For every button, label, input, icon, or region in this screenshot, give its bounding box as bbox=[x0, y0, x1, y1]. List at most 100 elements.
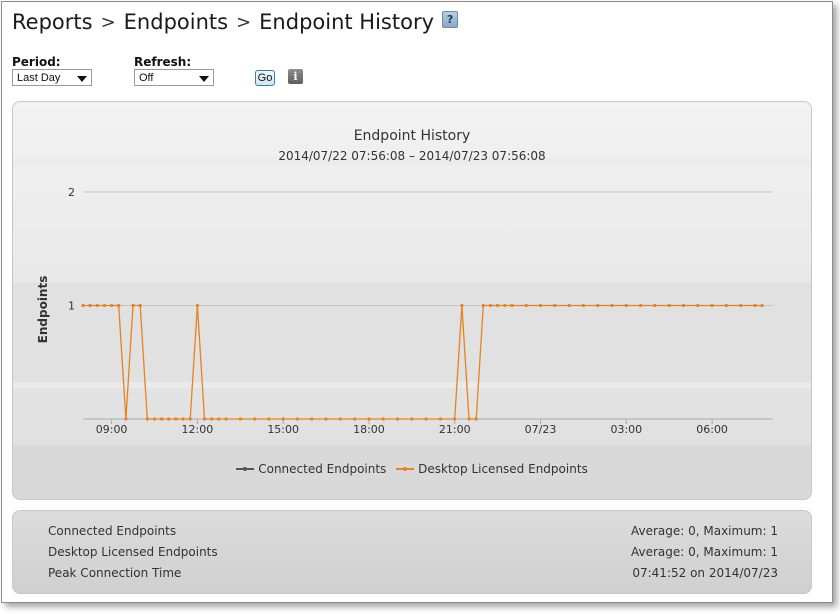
chart-panel: 1 2 Endpoints 09:00 12:00 15:00 18:00 21:00 07/… bbox=[12, 101, 812, 500]
stat-label: Connected Endpoints bbox=[48, 524, 177, 538]
data-point bbox=[295, 417, 300, 421]
period-select[interactable]: Last Day bbox=[12, 69, 92, 86]
data-point bbox=[131, 303, 135, 308]
data-point bbox=[696, 303, 700, 308]
breadcrumb-reports[interactable]: Reports bbox=[12, 10, 93, 34]
data-point bbox=[410, 417, 414, 421]
breadcrumb-separator: > bbox=[100, 11, 116, 33]
x-tick-label: 12:00 bbox=[182, 423, 214, 436]
chevron-down-icon bbox=[77, 76, 87, 82]
data-point bbox=[488, 303, 493, 308]
data-point bbox=[474, 417, 478, 421]
data-point bbox=[667, 303, 671, 308]
data-point bbox=[145, 417, 149, 421]
data-point bbox=[710, 303, 714, 308]
data-point bbox=[338, 417, 342, 421]
stat-row: Desktop Licensed Endpoints Average: 0, M… bbox=[48, 545, 778, 561]
data-point bbox=[453, 417, 457, 421]
data-point bbox=[281, 417, 285, 421]
data-point bbox=[524, 303, 528, 308]
data-point bbox=[117, 303, 121, 308]
chart-subtitle: 2014/07/22 07:56:08 – 2014/07/23 07:56:0… bbox=[278, 149, 546, 163]
data-point bbox=[310, 417, 314, 421]
data-point bbox=[324, 417, 328, 421]
data-point bbox=[88, 303, 92, 308]
data-point bbox=[424, 417, 428, 421]
data-point bbox=[195, 303, 199, 308]
data-point bbox=[217, 417, 221, 421]
data-point bbox=[553, 303, 557, 308]
data-point bbox=[210, 417, 214, 421]
legend-label: Connected Endpoints bbox=[258, 462, 387, 476]
chart-band bbox=[13, 382, 811, 388]
stats-panel: Connected Endpoints Average: 0, Maximum:… bbox=[12, 510, 812, 594]
data-point bbox=[174, 417, 178, 421]
data-point bbox=[624, 303, 628, 308]
data-point bbox=[224, 417, 228, 421]
chart-title: Endpoint History bbox=[353, 128, 471, 144]
data-point bbox=[510, 303, 514, 308]
y-axis-label: Endpoints bbox=[36, 276, 50, 344]
data-point bbox=[760, 303, 764, 308]
chart-band bbox=[13, 282, 811, 382]
x-tick-label: 21:00 bbox=[439, 423, 471, 436]
x-tick-label: 09:00 bbox=[96, 423, 128, 436]
data-point bbox=[395, 417, 400, 421]
data-point bbox=[639, 303, 643, 308]
period-label: Period: bbox=[12, 55, 61, 69]
legend-item-connected-endpoints[interactable]: Connected Endpoints bbox=[236, 462, 386, 476]
data-point bbox=[102, 303, 106, 308]
data-point bbox=[188, 417, 192, 421]
stat-value: Average: 0, Maximum: 1 bbox=[630, 545, 778, 559]
legend-swatch bbox=[396, 467, 415, 471]
legend-item-desktop-licensed-endpoints[interactable]: Desktop Licensed Endpoints bbox=[396, 462, 588, 476]
period-selected-value: Last Day bbox=[17, 72, 61, 84]
data-point bbox=[267, 417, 271, 421]
data-point bbox=[381, 417, 385, 421]
breadcrumb-endpoints[interactable]: Endpoints bbox=[124, 10, 228, 34]
data-point bbox=[81, 303, 85, 308]
data-point bbox=[467, 417, 471, 421]
y-tick-label: 2 bbox=[68, 186, 75, 199]
x-tick-label: 15:00 bbox=[267, 423, 299, 436]
data-point bbox=[253, 417, 257, 421]
x-tick-label: 18:00 bbox=[353, 423, 385, 436]
data-point bbox=[353, 417, 357, 421]
data-point bbox=[202, 417, 207, 421]
refresh-select[interactable]: Off bbox=[134, 69, 214, 86]
data-point bbox=[238, 417, 242, 421]
stat-row: Connected Endpoints Average: 0, Maximum:… bbox=[48, 524, 778, 540]
data-point bbox=[596, 303, 600, 308]
legend-label: Desktop Licensed Endpoints bbox=[418, 462, 588, 476]
data-point bbox=[653, 303, 657, 308]
data-point bbox=[753, 303, 757, 308]
data-point bbox=[160, 417, 164, 421]
chart-x-axis: 09:00 12:00 15:00 18:00 21:00 07/23 03:00 06:00 bbox=[83, 418, 773, 436]
data-point bbox=[496, 303, 500, 308]
stat-value: Average: 0, Maximum: 1 bbox=[630, 524, 778, 538]
stat-value: 07:41:52 on 2014/07/23 bbox=[632, 566, 778, 580]
data-point bbox=[110, 303, 114, 308]
data-point bbox=[724, 303, 729, 308]
data-point bbox=[460, 303, 464, 308]
data-point bbox=[367, 417, 371, 421]
question-mark-icon[interactable]: ? bbox=[442, 10, 459, 28]
refresh-selected-value: Off bbox=[139, 72, 154, 84]
data-point bbox=[739, 303, 743, 308]
x-tick-label: 07/23 bbox=[525, 423, 557, 436]
stat-label: Peak Connection Time bbox=[48, 566, 182, 580]
report-window: Reports > Endpoints > Endpoint History ?… bbox=[1, 1, 833, 603]
info-icon[interactable]: i bbox=[288, 69, 303, 84]
data-point bbox=[124, 417, 128, 421]
breadcrumb-separator: > bbox=[236, 11, 252, 33]
data-point bbox=[181, 417, 185, 421]
go-button[interactable]: Go bbox=[255, 70, 275, 86]
chevron-down-icon bbox=[199, 76, 209, 82]
data-point bbox=[481, 303, 485, 308]
breadcrumb: Reports > Endpoints > Endpoint History ? bbox=[12, 10, 459, 34]
data-point bbox=[95, 303, 99, 308]
data-point bbox=[138, 303, 142, 308]
data-point bbox=[167, 417, 171, 421]
x-tick-label: 06:00 bbox=[696, 423, 728, 436]
data-point bbox=[438, 417, 442, 421]
